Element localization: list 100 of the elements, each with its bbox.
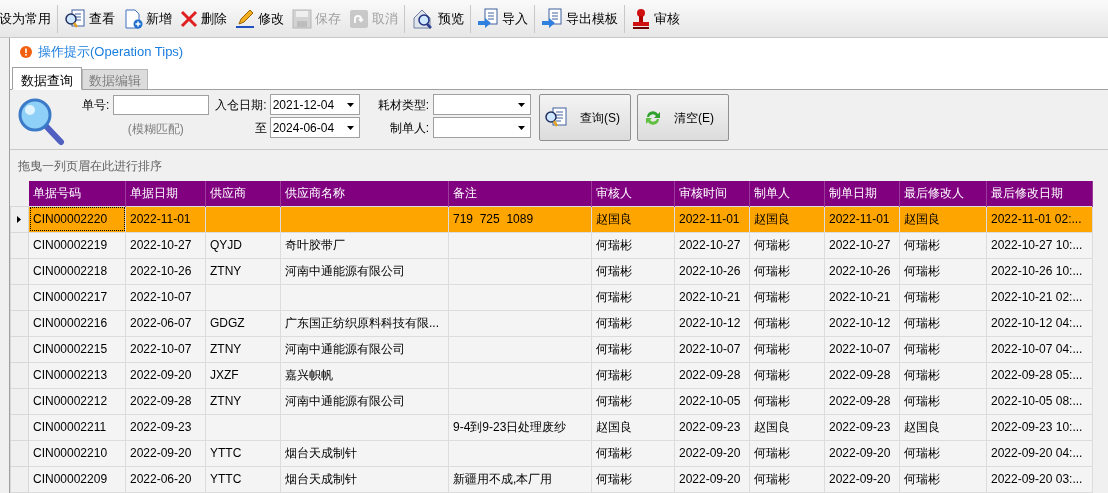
table-cell: 2022-09-28 <box>829 394 891 408</box>
table-cell: 何瑞彬 <box>596 238 632 252</box>
table-cell: 何瑞彬 <box>754 368 790 382</box>
tips-link[interactable]: 操作提示(Operation Tips) <box>38 42 184 62</box>
toolbar-button[interactable]: 删除 <box>176 3 231 34</box>
table-cell: 2022-10-07 <box>679 342 741 356</box>
table-cell: 2022-09-28 <box>130 394 192 408</box>
toolbar-button[interactable]: 预览 <box>407 3 468 34</box>
table-cell: 何瑞彬 <box>904 290 940 304</box>
column-header[interactable]: 最后修改日期 <box>986 181 1093 206</box>
toolbar-button[interactable]: 导入 <box>473 3 532 34</box>
table-cell: 2022-09-20 <box>679 472 741 486</box>
group-by-hint: 拖曳一列页眉在此进行排序 <box>18 157 162 175</box>
table-cell: 2022-10-07 <box>829 342 891 356</box>
date-to-field[interactable]: 2024-06-04 <box>269 117 360 138</box>
to-label: 至 <box>254 119 267 137</box>
table-cell: YTTC <box>210 446 242 460</box>
toolbar-button[interactable]: 查看 <box>60 3 119 34</box>
column-header[interactable]: 供应商名称 <box>280 181 449 206</box>
table-cell: 广东国正纺织原料科技有限... <box>285 316 439 330</box>
table-cell: QYJD <box>210 238 242 252</box>
table-cell: 2022-10-26 <box>679 264 741 278</box>
refresh-icon <box>644 109 663 126</box>
table-cell: 何瑞彬 <box>596 368 632 382</box>
table-cell: 2022-10-21 <box>679 290 741 304</box>
table-cell: 何瑞彬 <box>904 342 940 356</box>
table-cell: 2022-09-28 <box>679 368 741 382</box>
table-cell: 2022-10-05 <box>679 394 741 408</box>
table-cell: CIN00002209 <box>33 472 108 486</box>
table-cell: JXZF <box>210 368 239 382</box>
table-cell: 2022-09-20 04:... <box>991 446 1083 460</box>
table-cell: 2022-10-07 <box>130 290 192 304</box>
table-cell: 2022-11-01 <box>829 212 890 226</box>
toolbar-button[interactable]: 修改 <box>231 3 288 34</box>
table-cell: 嘉兴帜帆 <box>285 368 333 382</box>
table-cell: 2022-09-20 <box>829 446 891 460</box>
pencil-icon <box>235 8 255 29</box>
table-cell: 烟台天成制针 <box>285 446 357 460</box>
toolbar-button[interactable]: 新增 <box>119 3 176 34</box>
date-from-field[interactable]: 2021-12-04 <box>269 94 360 115</box>
table-cell: 何瑞彬 <box>904 472 940 486</box>
column-header[interactable]: 审核时间 <box>674 181 750 206</box>
table-cell: 新疆用不成,本厂用 <box>453 472 553 486</box>
table-cell: 2022-10-26 <box>829 264 891 278</box>
table-cell: ZTNY <box>210 342 242 356</box>
column-header[interactable]: 最后修改人 <box>899 181 987 206</box>
table-cell: CIN00002220 <box>33 212 108 226</box>
table-cell: 何瑞彬 <box>904 368 940 382</box>
cross-icon <box>180 9 198 28</box>
maker-dropdown[interactable] <box>433 117 532 138</box>
table-cell: 河南中通能源有限公司 <box>285 342 405 356</box>
table-cell: ZTNY <box>210 394 242 408</box>
table-cell: 2022-09-23 10:... <box>991 420 1083 434</box>
table-cell: 何瑞彬 <box>754 316 790 330</box>
column-header[interactable]: 备注 <box>448 181 592 206</box>
toolbar-button[interactable]: 导出模板 <box>537 3 622 34</box>
table-cell: 2022-10-26 10:... <box>991 264 1083 278</box>
magnifier-icon <box>16 96 66 146</box>
tab[interactable]: 数据查询 <box>12 67 82 90</box>
column-header[interactable]: 制单日期 <box>824 181 900 206</box>
table-cell: 何瑞彬 <box>596 394 632 408</box>
toolbar-button[interactable]: 审核 <box>627 3 684 34</box>
table-cell: 何瑞彬 <box>754 264 790 278</box>
column-header[interactable]: 制单人 <box>749 181 825 206</box>
document-arrow-icon <box>541 7 563 30</box>
column-header[interactable]: 审核人 <box>591 181 675 206</box>
table-cell: CIN00002218 <box>33 264 108 278</box>
document-search-icon <box>544 106 569 129</box>
query-button[interactable]: 查询(S) <box>539 94 632 141</box>
table-cell: 何瑞彬 <box>904 264 940 278</box>
type-dropdown[interactable] <box>433 94 532 115</box>
table-cell: 何瑞彬 <box>754 446 790 460</box>
table-cell: 2022-09-20 <box>130 446 192 460</box>
column-header[interactable]: 单据日期 <box>125 181 206 206</box>
table-cell: 何瑞彬 <box>596 342 632 356</box>
table-cell: 2022-09-23 <box>130 420 192 434</box>
table-cell: CIN00002217 <box>33 290 108 304</box>
table-cell: YTTC <box>210 472 242 486</box>
table-cell: 2022-10-12 <box>829 316 891 330</box>
column-header[interactable]: 单据号码 <box>28 181 126 206</box>
table-cell: 719 725 1089 <box>453 212 534 226</box>
clear-button[interactable]: 清空(E) <box>637 94 730 141</box>
table-cell: 2022-09-20 <box>829 472 891 486</box>
column-header[interactable]: 供应商 <box>205 181 281 206</box>
table-cell: 2022-06-07 <box>130 316 192 330</box>
table-cell: 2022-10-21 02:... <box>991 290 1083 304</box>
table-cell: 2022-09-28 05:... <box>991 368 1083 382</box>
dropdown-icon <box>518 125 526 130</box>
fuzzy-match-hint: (模糊匹配) <box>127 121 184 138</box>
table-cell: 河南中通能源有限公司 <box>285 394 405 408</box>
table-cell: 2022-09-28 <box>829 368 891 382</box>
table-cell: 2022-10-27 10:... <box>991 238 1083 252</box>
table-cell: 2022-11-01 <box>679 212 740 226</box>
table-cell: 2022-10-27 <box>829 238 891 252</box>
table-cell: 2022-10-26 <box>130 264 192 278</box>
table-cell: 赵国良 <box>754 212 790 226</box>
dropdown-icon <box>518 102 526 107</box>
maker-label: 制单人: <box>389 119 430 137</box>
number-field[interactable] <box>113 95 210 115</box>
table-cell: 何瑞彬 <box>754 394 790 408</box>
